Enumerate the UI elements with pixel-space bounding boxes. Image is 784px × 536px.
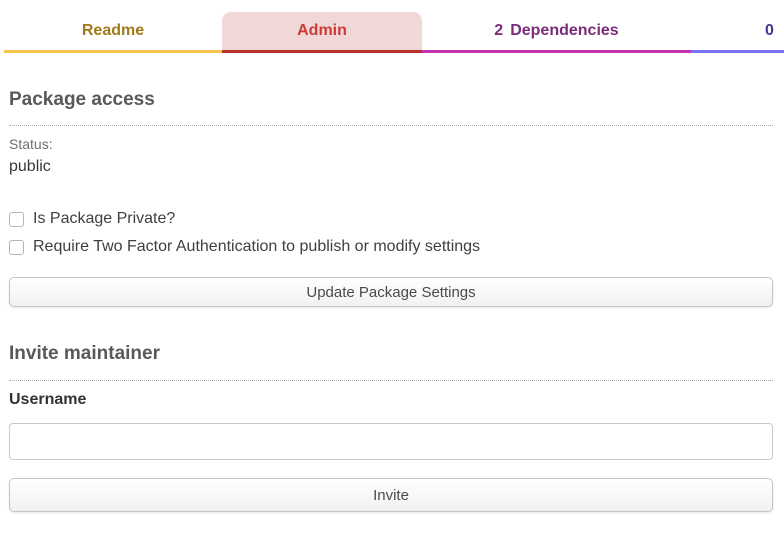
two-factor-checkbox-row: Require Two Factor Authentication to pub… [9, 238, 773, 256]
invite-button[interactable]: Invite [9, 478, 773, 512]
update-package-settings-button[interactable]: Update Package Settings [9, 277, 773, 307]
username-label: Username [9, 391, 773, 409]
tab-readme[interactable]: Readme [4, 12, 222, 53]
is-package-private-label: Is Package Private? [33, 210, 175, 228]
section-divider [9, 125, 773, 126]
username-input[interactable] [9, 423, 773, 460]
tab-bar: Readme Admin 2 Dependencies 0 [4, 12, 784, 53]
tab-readme-label: Readme [82, 22, 144, 40]
tab-admin-label: Admin [297, 22, 347, 40]
section-divider [9, 380, 773, 381]
status-label: Status: [9, 136, 773, 153]
invite-maintainer-heading: Invite maintainer [9, 342, 773, 366]
status-value: public [9, 157, 773, 177]
package-access-heading: Package access [9, 88, 773, 112]
tab-clipped[interactable]: 0 [691, 12, 784, 53]
require-2fa-checkbox[interactable] [9, 240, 24, 255]
tab-admin[interactable]: Admin [222, 12, 422, 53]
admin-panel: Package access Status: public Is Package… [0, 88, 784, 512]
tab-clipped-label: 0 [765, 22, 774, 40]
tab-dependencies[interactable]: 2 Dependencies [422, 12, 691, 53]
private-checkbox-row: Is Package Private? [9, 210, 773, 228]
tab-dependencies-label: Dependencies [510, 22, 618, 40]
require-2fa-label: Require Two Factor Authentication to pub… [33, 238, 480, 256]
tab-dependencies-count: 2 [494, 22, 503, 40]
is-package-private-checkbox[interactable] [9, 212, 24, 227]
